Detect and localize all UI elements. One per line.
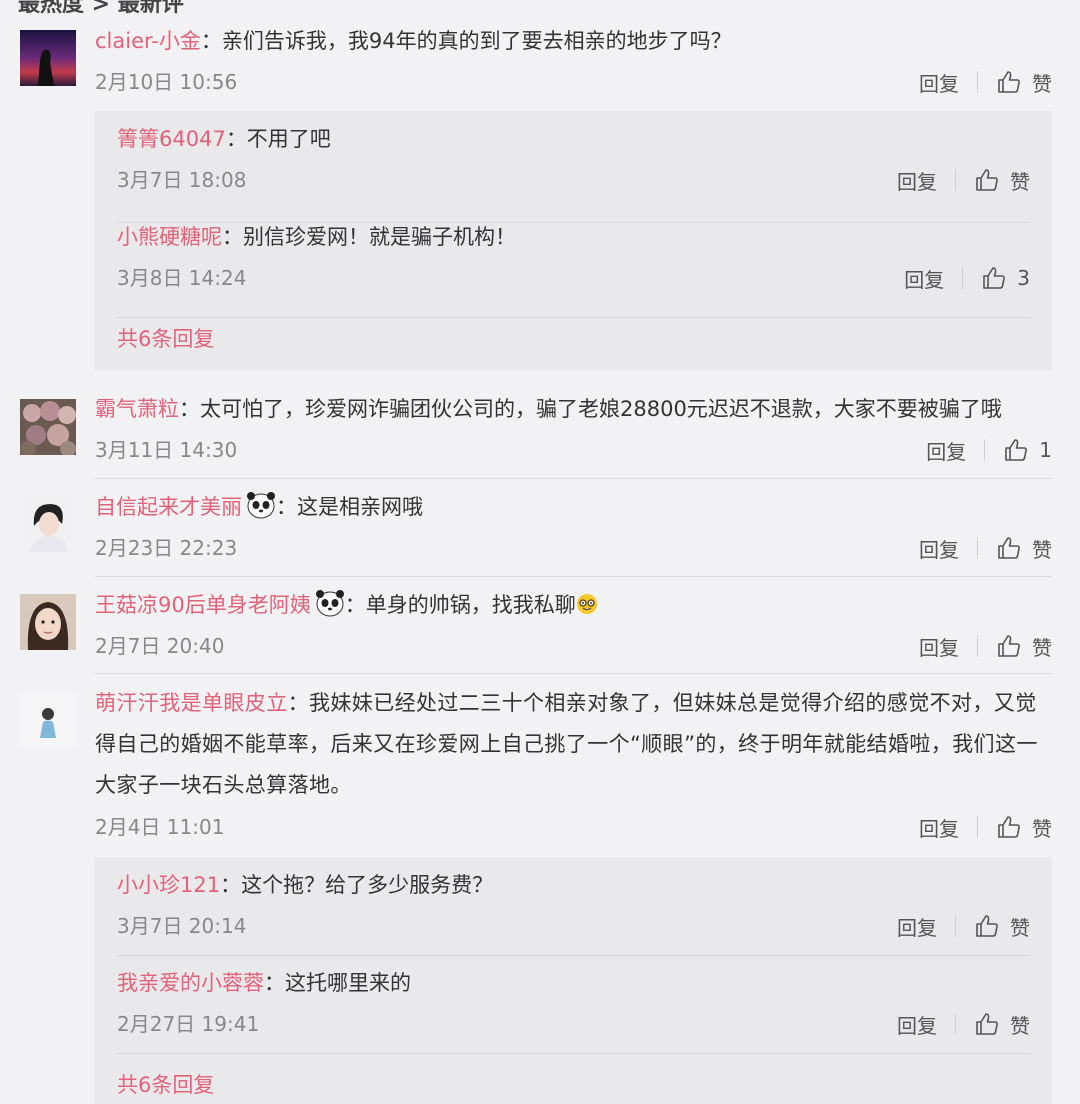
avatar[interactable] — [20, 594, 76, 650]
reply-button[interactable]: 回复 — [919, 813, 959, 842]
comment-time: 2月7日 20:40 — [95, 634, 225, 658]
comment-username[interactable]: 王菇凉90后单身老阿姨 — [95, 593, 311, 617]
divider — [95, 478, 1052, 479]
reply-button[interactable]: 回复 — [919, 632, 959, 661]
divider — [117, 955, 1030, 956]
reply-username[interactable]: 小小珍121 — [117, 873, 220, 897]
thumbs-up-icon — [998, 537, 1020, 559]
thumbs-up-icon — [1005, 439, 1028, 461]
like-button[interactable]: 赞 — [996, 68, 1052, 97]
avatar[interactable] — [20, 496, 76, 552]
like-label: 赞 — [1032, 537, 1052, 562]
comment-text: ：太可怕了，珍爱网诈骗团伙公司的，骗了老娘28800元迟迟不退款，大家不要被骗了… — [179, 397, 1002, 421]
like-button[interactable]: 赞 — [974, 912, 1030, 941]
action-separator — [984, 439, 986, 461]
view-all-replies-link[interactable]: 共6条回复 — [117, 323, 214, 353]
reply-text: ：这个拖？给了多少服务费？ — [220, 873, 494, 897]
thumbs-up-icon — [976, 169, 998, 191]
like-button[interactable]: 3 — [981, 265, 1030, 291]
reply-time: 3月8日 14:24 — [117, 266, 247, 290]
reply-username[interactable]: 箐箐64047 — [117, 127, 226, 151]
reply-button[interactable]: 回复 — [919, 534, 959, 563]
reply-button[interactable]: 回复 — [919, 68, 959, 97]
reply-thread: 箐箐64047：不用了吧 3月7日 18:08 回复 赞 小熊硬糖呢：别信珍爱网… — [95, 111, 1052, 370]
reply-text: ：这托哪里来的 — [264, 971, 411, 995]
like-label: 赞 — [1032, 635, 1052, 660]
avatar[interactable] — [20, 30, 76, 86]
like-label: 赞 — [1032, 816, 1052, 841]
comment-username[interactable]: claier-小金 — [95, 29, 201, 53]
reply-time: 3月7日 18:08 — [117, 168, 247, 192]
panda-emoji-icon — [246, 491, 276, 519]
reply-text: ：别信珍爱网！就是骗子机构！ — [222, 225, 516, 249]
thumbs-up-icon — [998, 71, 1020, 93]
action-separator — [955, 1013, 956, 1035]
like-button[interactable]: 赞 — [974, 1010, 1030, 1039]
comment-text: ：亲们告诉我，我94年的真的到了要去相亲的地步了吗？ — [200, 29, 732, 53]
like-button[interactable]: 赞 — [996, 813, 1052, 842]
like-button[interactable]: 赞 — [974, 166, 1030, 195]
reply-username[interactable]: 小熊硬糖呢 — [117, 225, 222, 249]
reply-button[interactable]: 回复 — [897, 912, 937, 941]
reply-username[interactable]: 我亲爱的小蓉蓉 — [117, 971, 264, 995]
reply-button[interactable]: 回复 — [897, 166, 937, 195]
action-separator — [977, 71, 978, 93]
action-separator — [977, 537, 978, 559]
comment-time: 2月23日 22:23 — [95, 536, 238, 560]
avatar[interactable] — [20, 399, 76, 455]
like-button[interactable]: 赞 — [996, 632, 1052, 661]
thumbs-up-icon — [998, 635, 1020, 657]
action-separator — [955, 169, 956, 191]
comment-time: 2月4日 11:01 — [95, 815, 225, 839]
section-header: 最热度 > 最新评 — [18, 0, 184, 17]
like-count: 1 — [1039, 438, 1052, 462]
divider — [117, 1053, 1030, 1054]
comment-username[interactable]: 自信起来才美丽 — [95, 495, 242, 519]
like-button[interactable]: 1 — [1003, 437, 1052, 463]
like-button[interactable]: 赞 — [996, 534, 1052, 563]
reply-time: 2月27日 19:41 — [117, 1012, 260, 1036]
like-label: 赞 — [1010, 169, 1030, 194]
divider — [95, 576, 1052, 577]
reply-button[interactable]: 回复 — [897, 1010, 937, 1039]
thumbs-up-icon — [976, 915, 998, 937]
reply-text: ：不用了吧 — [225, 127, 331, 151]
reply-time: 3月7日 20:14 — [117, 914, 247, 938]
nerd-face-emoji-icon — [576, 593, 598, 615]
like-count: 3 — [1017, 266, 1030, 290]
action-separator — [955, 915, 956, 937]
comment-username[interactable]: 霸气萧粒 — [95, 397, 179, 421]
like-label: 赞 — [1010, 1013, 1030, 1038]
panda-emoji-icon — [315, 589, 345, 617]
thumbs-up-icon — [998, 816, 1020, 838]
action-separator — [977, 816, 978, 838]
like-label: 赞 — [1032, 71, 1052, 96]
action-separator — [977, 635, 978, 657]
comment-time: 3月11日 14:30 — [95, 438, 238, 462]
reply-button[interactable]: 回复 — [926, 436, 966, 465]
view-all-replies-link[interactable]: 共6条回复 — [117, 1069, 214, 1099]
comment-time: 2月10日 10:56 — [95, 70, 238, 94]
thumbs-up-icon — [983, 267, 1006, 289]
thumbs-up-icon — [976, 1013, 998, 1035]
like-label: 赞 — [1010, 915, 1030, 940]
divider — [95, 673, 1052, 674]
comment-text: ：单身的帅锅，找我私聊 — [344, 593, 576, 617]
comment-username[interactable]: 萌汗汗我是单眼皮立 — [95, 691, 288, 715]
divider — [117, 317, 1030, 318]
reply-thread: 小小珍121：这个拖？给了多少服务费？ 3月7日 20:14 回复 赞 我亲爱的… — [95, 857, 1052, 1104]
comment-text: ：这是相亲网哦 — [276, 495, 423, 519]
action-separator — [962, 267, 964, 289]
reply-button[interactable]: 回复 — [904, 264, 944, 293]
avatar[interactable] — [20, 692, 76, 748]
